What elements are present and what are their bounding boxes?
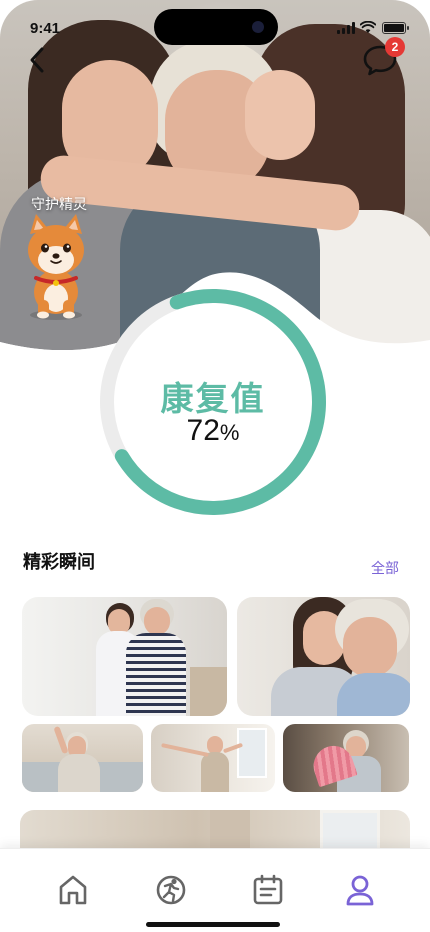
battery-icon [382, 22, 409, 34]
recovery-number: 72 [186, 414, 220, 447]
notification-badge: 2 [385, 37, 405, 57]
profile-icon[interactable] [344, 873, 376, 907]
home-indicator [146, 922, 280, 927]
highlight-photo-1[interactable] [22, 597, 227, 716]
calendar-icon[interactable] [252, 873, 284, 907]
status-time: 9:41 [30, 20, 61, 37]
wifi-icon [360, 21, 376, 33]
recovery-title: 康复值 [160, 379, 266, 418]
highlight-photo-5[interactable] [283, 724, 409, 792]
highlight-photo-3[interactable] [22, 724, 143, 792]
guardian-label: 守护精灵 [31, 197, 87, 213]
signal-icon [337, 22, 357, 34]
recovery-value: 72% [95, 414, 331, 448]
highlight-photo-2[interactable] [237, 597, 410, 716]
back-button[interactable] [22, 44, 52, 76]
view-all-link[interactable]: 全部 [371, 558, 399, 578]
tab-bar [0, 848, 430, 932]
home-icon[interactable] [57, 873, 89, 907]
highlight-photo-4[interactable] [151, 724, 275, 792]
highlights-title: 精彩瞬间 [23, 552, 95, 573]
sport-icon[interactable] [155, 873, 187, 907]
dynamic-island [154, 9, 278, 45]
recovery-unit: % [219, 420, 240, 445]
chevron-left-icon [30, 47, 44, 73]
